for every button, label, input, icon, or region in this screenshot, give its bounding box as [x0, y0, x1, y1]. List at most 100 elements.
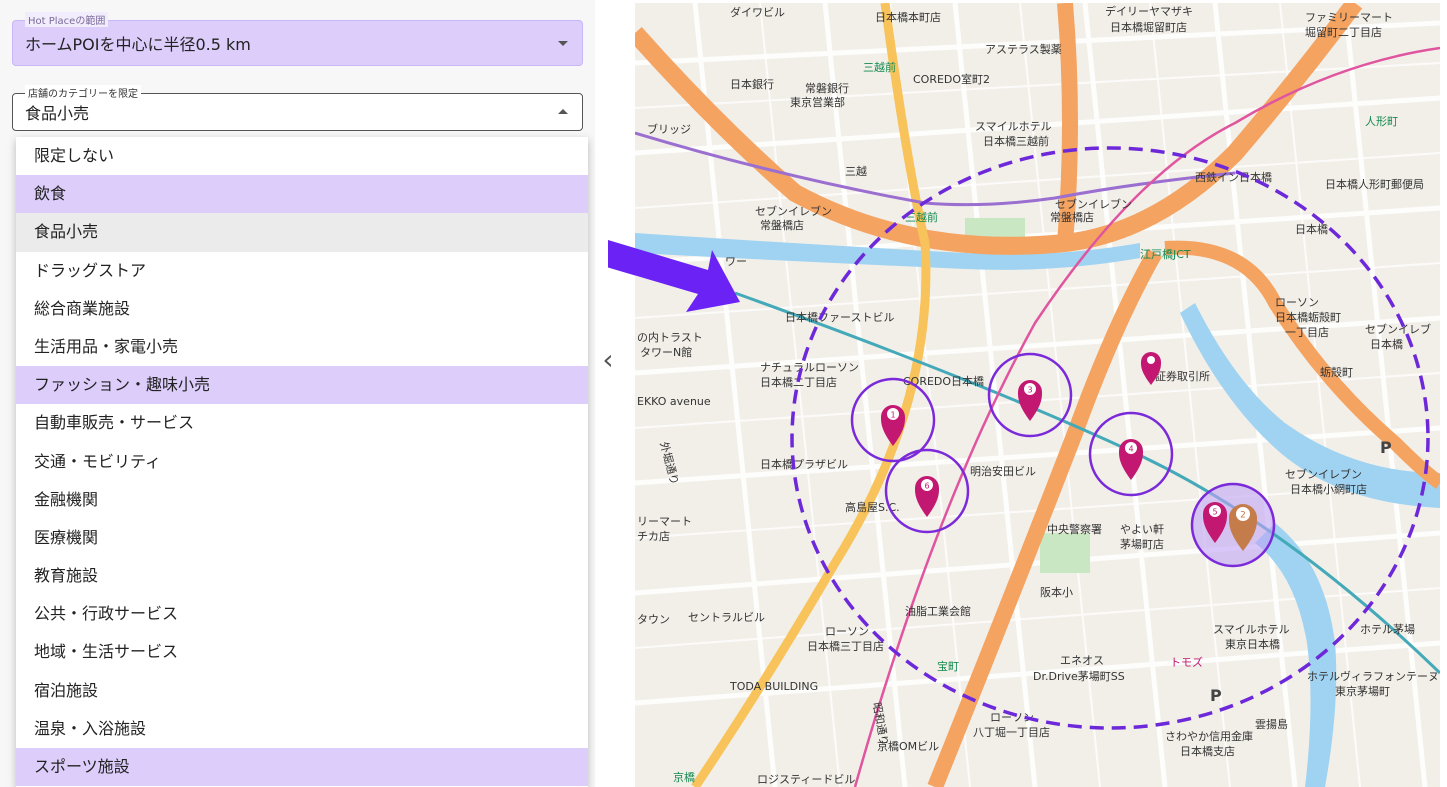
home-poi-cluster[interactable]: 5 2 — [1190, 482, 1276, 568]
category-option[interactable]: スポーツ施設 — [16, 748, 588, 787]
map-canvas: ダイワビル 日本橋本町店 デイリーヤマザキ 日本橋堀留町店 ファミリーマート 堀… — [635, 3, 1440, 787]
map-label: 日本橋プラザビル — [760, 457, 848, 471]
map-label: スマイルホテル — [1213, 623, 1290, 636]
marker-label: 2 — [1240, 511, 1246, 521]
map-label: タワーN館 — [640, 345, 692, 359]
map-label: TODA BUILDING — [729, 680, 818, 693]
map-label: さわやか信用金庫 — [1165, 729, 1253, 743]
category-options-list: 限定しない 飲食 食品小売 ドラッグストア 総合商業施設 生活用品・家電小売 フ… — [16, 137, 588, 787]
category-option[interactable]: 生活用品・家電小売 — [16, 328, 588, 366]
map-label: やよい軒 — [1120, 523, 1164, 536]
map-label: 日本橋支店 — [1180, 744, 1235, 758]
map-label: 日本橋人形町郵便局 — [1325, 177, 1424, 191]
map-label: 東京茅場町 — [1335, 684, 1390, 698]
map-label: 八丁堀一丁目店 — [973, 725, 1050, 739]
map-label: ホテルヴィラフォンテーヌ — [1307, 669, 1439, 683]
map-label: 雲揚島 — [1255, 717, 1288, 731]
map-label: ブリッジ — [647, 122, 691, 136]
map-label: 日本橋堀留町店 — [1110, 20, 1187, 34]
marker-label: 6 — [924, 482, 929, 491]
category-filter-value: 食品小売 — [25, 104, 90, 123]
marker-label: 5 — [1212, 508, 1217, 517]
map-label: 茅場町店 — [1120, 537, 1164, 551]
category-option[interactable]: 宿泊施設 — [16, 672, 588, 710]
category-option[interactable]: 金融機関 — [16, 481, 588, 519]
map-view[interactable]: ダイワビル 日本橋本町店 デイリーヤマザキ 日本橋堀留町店 ファミリーマート 堀… — [635, 3, 1440, 787]
map-label: 日本橋三丁目店 — [807, 639, 884, 653]
map-label: エネオス — [1060, 654, 1104, 667]
map-label: Dr.Drive茅場町SS — [1033, 670, 1125, 683]
map-label: ロジスティードビル — [757, 773, 855, 786]
map-label: 蛎殻町 — [1320, 365, 1353, 379]
map-label: COREDO室町2 — [913, 72, 990, 86]
map-label: 三越前 — [863, 60, 896, 74]
map-label: 日本銀行 — [730, 77, 774, 91]
map-label: 人形町 — [1365, 115, 1398, 128]
map-label: アステラス製薬 — [985, 42, 1062, 56]
marker-label: 3 — [1027, 386, 1032, 395]
map-label: 東京日本橋 — [1225, 637, 1280, 651]
map-label: セントラルビル — [688, 611, 765, 624]
category-option[interactable]: 飲食 — [16, 175, 588, 214]
category-option[interactable]: 交通・モビリティ — [16, 443, 588, 481]
map-label: 明治安田ビル — [970, 464, 1036, 478]
map-label: 日本橋本町店 — [875, 10, 941, 24]
map-label: 中央警察署 — [1047, 522, 1102, 536]
map-label: 京橋 — [673, 770, 695, 784]
chevron-down-icon — [558, 41, 568, 46]
marker-label: 4 — [1128, 445, 1133, 454]
parking-icon: P — [1210, 686, 1222, 705]
map-label: ホテル茅場 — [1360, 623, 1415, 636]
hot-place-range-select[interactable]: Hot Placeの範囲 ホームPOIを中心に半径0.5 km — [12, 12, 583, 66]
map-label: ダイワビル — [730, 5, 785, 19]
category-option[interactable]: 食品小売 — [16, 213, 588, 252]
marker-label: 1 — [890, 411, 895, 420]
map-label: 日本橋 — [1370, 337, 1403, 351]
map-label: トモズ — [1170, 655, 1203, 669]
collapse-panel-button[interactable]: ‹ — [596, 340, 620, 384]
map-label: セブンイレブン — [1055, 197, 1132, 211]
category-option[interactable]: 地域・生活サービス — [16, 633, 588, 671]
category-filter-select[interactable]: 店舗のカテゴリーを限定 食品小売 — [12, 85, 583, 131]
map-label: セブンイレブン — [755, 204, 832, 218]
map-label: の内トラスト — [637, 330, 703, 344]
map-label: セブンイレブ — [1365, 322, 1431, 336]
category-option[interactable]: 温泉・入浴施設 — [16, 710, 588, 748]
category-filter-legend: 店舗のカテゴリーを限定 — [25, 85, 141, 100]
category-option[interactable]: 限定しない — [16, 137, 588, 175]
map-label: 油脂工業会館 — [905, 604, 971, 618]
category-option[interactable]: 医療機関 — [16, 519, 588, 557]
category-option[interactable]: 公共・行政サービス — [16, 595, 588, 633]
map-label: 証券取引所 — [1155, 369, 1210, 383]
map-label: 宝町 — [937, 659, 959, 673]
map-label: デイリーヤマザキ — [1105, 4, 1193, 18]
parking-icon: P — [1380, 438, 1392, 457]
category-option[interactable]: ドラッグストア — [16, 252, 588, 290]
map-label: セブンイレブン — [1285, 467, 1362, 481]
hot-place-range-value: ホームPOIを中心に半径0.5 km — [25, 35, 251, 54]
poi-cluster-4[interactable]: 4 — [1088, 411, 1174, 497]
map-label: 日本橋三越前 — [983, 134, 1049, 148]
chevron-left-icon: ‹ — [602, 343, 614, 376]
map-label: EKKO avenue — [637, 395, 711, 408]
map-label: 三越 — [845, 164, 867, 178]
map-label: 堀留町二丁目店 — [1305, 25, 1382, 39]
map-label: 日本橋蛎殻町 — [1275, 310, 1341, 324]
hot-place-range-legend: Hot Placeの範囲 — [25, 12, 109, 27]
category-option[interactable]: ファッション・趣味小売 — [16, 366, 588, 405]
map-label: ローソン — [825, 625, 869, 638]
map-label: スマイルホテル — [975, 120, 1052, 133]
map-label: 日本橋ファーストビル — [785, 310, 894, 324]
arrow-right-icon — [608, 240, 740, 312]
map-label: ファミリーマート — [1305, 11, 1393, 24]
map-label: 阪本小 — [1040, 585, 1073, 599]
category-option[interactable]: 教育施設 — [16, 557, 588, 595]
map-label: 常盤橋店 — [760, 218, 804, 232]
category-option[interactable]: 総合商業施設 — [16, 290, 588, 328]
map-label: ローソン — [1275, 296, 1319, 309]
category-option[interactable]: 自動車販売・サービス — [16, 404, 588, 442]
map-label: ナチュラルローソン — [760, 361, 859, 374]
map-label: 常磐銀行 — [805, 81, 849, 95]
map-label: 日本橋小網町店 — [1290, 482, 1367, 496]
map-label: 江戸橋JCT — [1140, 247, 1191, 261]
